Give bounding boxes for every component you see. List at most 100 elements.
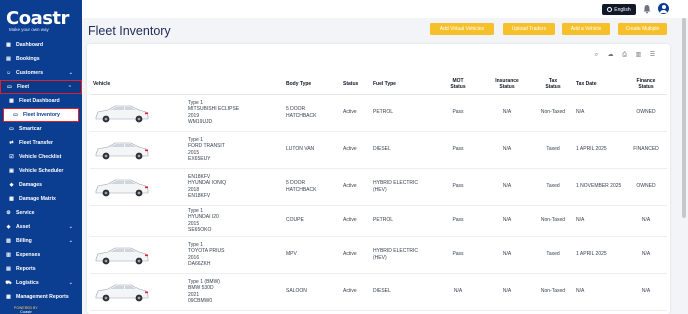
header-body-type[interactable]: Body Type [283, 74, 340, 95]
vehicle-details[interactable]: EN18KFV HYUNDAI IONIQ 2018 EN18KFV [188, 174, 226, 200]
sidebar-item-fleet-transfer[interactable]: ⇄ Fleet Transfer [0, 136, 82, 150]
cell-insurance-status: N/A [481, 131, 533, 169]
table-row[interactable]: Type 1 (BMW) BMW 530D 2021 09CBMW0 SALOON Act… [90, 273, 667, 311]
table-row[interactable]: EN18KFV HYUNDAI IONIQ 2018 EN18KFV 5 DOOR HA… [90, 168, 667, 206]
sidebar-item-vehicle-scheduler[interactable]: ▣ Vehicle Scheduler [0, 164, 82, 178]
sidebar-item-logistics[interactable]: ⛟ Logistics ⌄ [0, 276, 82, 290]
chevron-down-icon[interactable]: ⌄ [69, 238, 73, 244]
vehicle-details[interactable]: Type 1 HYUNDAI I20 2015 SE65OKO [188, 208, 219, 234]
sidebar-item-label: Service [16, 210, 35, 216]
sidebar-item-damages[interactable]: ◆ Damages [0, 178, 82, 192]
chevron-up-icon[interactable]: ⌃ [68, 85, 72, 91]
vehicle-details[interactable]: Type 1 TOYOTA PRIUS 2016 DA66ZKH [188, 242, 225, 268]
transfer-icon: ⇄ [9, 140, 14, 146]
table-row[interactable]: Type 1 HYUNDAI I20 2015 SE65OKO COUPE Active P… [90, 205, 667, 237]
cell-finance-status: N/A [625, 205, 667, 237]
header-tax-status[interactable]: Tax Status [533, 74, 573, 95]
sidebar-item-dashboard[interactable]: ▦ Dashboard [0, 38, 82, 52]
sidebar-item-label: Fleet [17, 84, 30, 90]
add-virtual-vehicles-button[interactable]: Add Virtual Vehicles [430, 23, 494, 35]
matrix-icon: ▩ [9, 196, 14, 202]
brand-logo[interactable]: Coastr Make your own way [6, 8, 78, 34]
sidebar-item-vehicle-checklist[interactable]: ☑ Vehicle Checklist [0, 150, 82, 164]
cloud-download-icon[interactable]: ☁ [607, 52, 614, 59]
cell-fuel-type: DIESEL [370, 131, 435, 169]
damages-icon: ◆ [9, 182, 14, 188]
sidebar-item-label: Damage Matrix [19, 196, 56, 202]
add-vehicle-button[interactable]: Add a Vehicle [562, 23, 610, 35]
page-scrollbar[interactable] [682, 18, 686, 218]
language-label: English [614, 6, 631, 13]
bell-icon[interactable] [642, 4, 652, 14]
sidebar-item-reports[interactable]: ▤ Reports [0, 262, 82, 276]
sidebar-item-management-reports[interactable]: ▦ Management Reports [0, 290, 82, 304]
cell-vehicle: Type 1 TOYOTA PRIUS 2016 DA66ZKH [90, 236, 283, 274]
vehicle-image[interactable] [93, 175, 151, 199]
header-fuel-type[interactable]: Fuel Type [370, 74, 435, 95]
vehicle-image[interactable] [93, 101, 151, 125]
cell-mot-status: Pass [435, 94, 481, 132]
user-avatar-icon[interactable] [658, 3, 669, 14]
table-row[interactable]: Type 1 FORD TRANSIT 2015 EX65EUY LUTON VAN Ac… [90, 131, 667, 169]
filter-icon[interactable]: ☰ [649, 52, 656, 59]
sidebar-item-expenses[interactable]: ▥ Expenses [0, 248, 82, 262]
language-selector[interactable]: English [602, 4, 636, 15]
cell-tax-date: 1 NOVEMBER 2025 [573, 168, 625, 206]
print-icon[interactable]: ⎙ [621, 52, 628, 59]
sidebar-item-fleet[interactable]: ▭ Fleet ⌃ [0, 80, 82, 94]
vehicle-details[interactable]: Type 1 MITSUBISHI ECLIPSE 2019 WM19UJD [188, 100, 239, 126]
vehicle-image[interactable] [93, 138, 151, 162]
sidebar-item-smartcar[interactable]: ▭ Smartcar [0, 122, 82, 136]
search-icon[interactable]: ⌕ [593, 52, 600, 59]
header-status[interactable]: Status [340, 74, 370, 95]
vehicle-image[interactable] [93, 280, 151, 304]
header-mot-status[interactable]: MOT Status [435, 74, 481, 95]
table-header-row: Vehicle Body Type Status Fuel Type MOT S… [90, 74, 667, 95]
sidebar-item-label: Damages [19, 182, 43, 188]
sidebar-item-fleet-inventory[interactable]: ▭ Fleet Inventory [3, 108, 79, 122]
sidebar-item-service[interactable]: ⚙ Service [0, 206, 82, 220]
cell-status: Active [340, 236, 370, 274]
sidebar-item-asset[interactable]: ◈ Asset ⌄ [0, 220, 82, 234]
header-insurance-status[interactable]: Insurance Status [481, 74, 533, 95]
sidebar-item-label: Dashboard [16, 42, 44, 48]
cell-body-type: 5 DOOR HATCHBACK [283, 94, 340, 132]
chevron-down-icon[interactable]: ⌄ [69, 70, 73, 76]
cell-status: Active [340, 94, 370, 132]
sidebar-item-bookings[interactable]: ▤ Bookings [0, 52, 82, 66]
cell-insurance-status: N/A [481, 205, 533, 237]
table-row[interactable]: Type 1 MITSUBISHI ECLIPSE 2019 WM19UJD 5 DOO… [90, 94, 667, 132]
sidebar-item-label: Management Reports [16, 294, 69, 300]
fleet-inventory-table: Vehicle Body Type Status Fuel Type MOT S… [90, 74, 667, 311]
columns-icon[interactable]: ▥ [635, 52, 642, 59]
vehicle-details[interactable]: Type 1 FORD TRANSIT 2015 EX65EUY [188, 137, 225, 163]
chevron-down-icon[interactable]: ⌄ [69, 224, 73, 230]
header-vehicle[interactable]: Vehicle [90, 74, 283, 95]
cell-tax-status: Taxed [533, 131, 573, 169]
sidebar-item-fleet-dashboard[interactable]: ▦ Fleet Dashboard [0, 94, 82, 108]
vehicle-detail-line: EN18KFV [188, 193, 211, 199]
create-multiple-button[interactable]: Create Multiple [618, 23, 667, 35]
vehicle-details[interactable]: Type 1 (BMW) BMW 530D 2021 09CBMW0 [188, 279, 220, 305]
sidebar-item-damage-matrix[interactable]: ▩ Damage Matrix [0, 192, 82, 206]
vehicle-detail-line: MITSUBISHI ECLIPSE [188, 106, 240, 112]
cell-finance-status: N/A [625, 236, 667, 274]
management-icon: ▦ [6, 294, 11, 300]
header-tax-date[interactable]: Tax Date [573, 74, 625, 95]
scheduler-icon: ▣ [9, 168, 14, 174]
cell-finance-status: FINANCED [625, 131, 667, 169]
vehicle-image[interactable] [93, 243, 151, 267]
sidebar-item-label: Asset [16, 224, 31, 230]
chevron-down-icon[interactable]: ⌄ [69, 280, 73, 286]
service-icon: ⚙ [6, 210, 11, 216]
upload-traders-button[interactable]: Upload Traders [503, 23, 555, 35]
header-finance-status[interactable]: Finance Status [625, 74, 667, 95]
sidebar-item-billing[interactable]: ▨ Billing ⌄ [0, 234, 82, 248]
cell-finance-status: OWNED [625, 168, 667, 206]
cell-insurance-status: N/A [481, 168, 533, 206]
cell-status: Active [340, 131, 370, 169]
table-row[interactable]: Type 1 TOYOTA PRIUS 2016 DA66ZKH MPV Active HY… [90, 236, 667, 274]
cell-vehicle: Type 1 (BMW) BMW 530D 2021 09CBMW0 [90, 273, 283, 311]
vehicle-detail-line: DA66ZKH [188, 261, 211, 267]
sidebar-item-customers[interactable]: ☺ Customers ⌄ [0, 66, 82, 80]
